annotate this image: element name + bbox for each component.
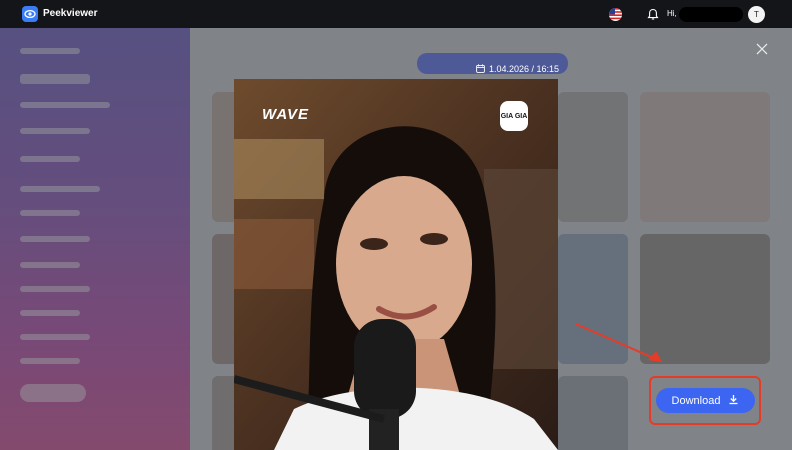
timestamp-row: 1.04.2026 / 16:15 <box>476 60 559 78</box>
wave-watermark: WAVE <box>262 106 310 123</box>
corner-watermark: GIA GIA <box>500 101 528 131</box>
media-image <box>234 79 558 450</box>
annotation-arrow <box>575 323 662 362</box>
bell-icon[interactable] <box>647 8 659 21</box>
top-bar: Peekviewer Hi, T <box>0 0 792 28</box>
greeting-text: Hi, <box>667 9 677 18</box>
download-button[interactable]: Download <box>656 388 755 413</box>
app-name[interactable]: Peekviewer <box>43 8 98 19</box>
us-flag-icon[interactable] <box>609 8 622 21</box>
eye-logo-icon[interactable] <box>22 6 38 22</box>
media-preview[interactable]: WAVE GIA GIA <box>234 79 558 450</box>
avatar[interactable]: T <box>748 6 765 23</box>
user-name-redacted <box>679 7 743 22</box>
timestamp-text: 1.04.2026 / 16:15 <box>489 64 560 74</box>
download-label: Download <box>671 394 721 407</box>
calendar-icon <box>476 60 485 78</box>
download-icon <box>728 394 739 408</box>
close-icon[interactable] <box>756 42 768 55</box>
